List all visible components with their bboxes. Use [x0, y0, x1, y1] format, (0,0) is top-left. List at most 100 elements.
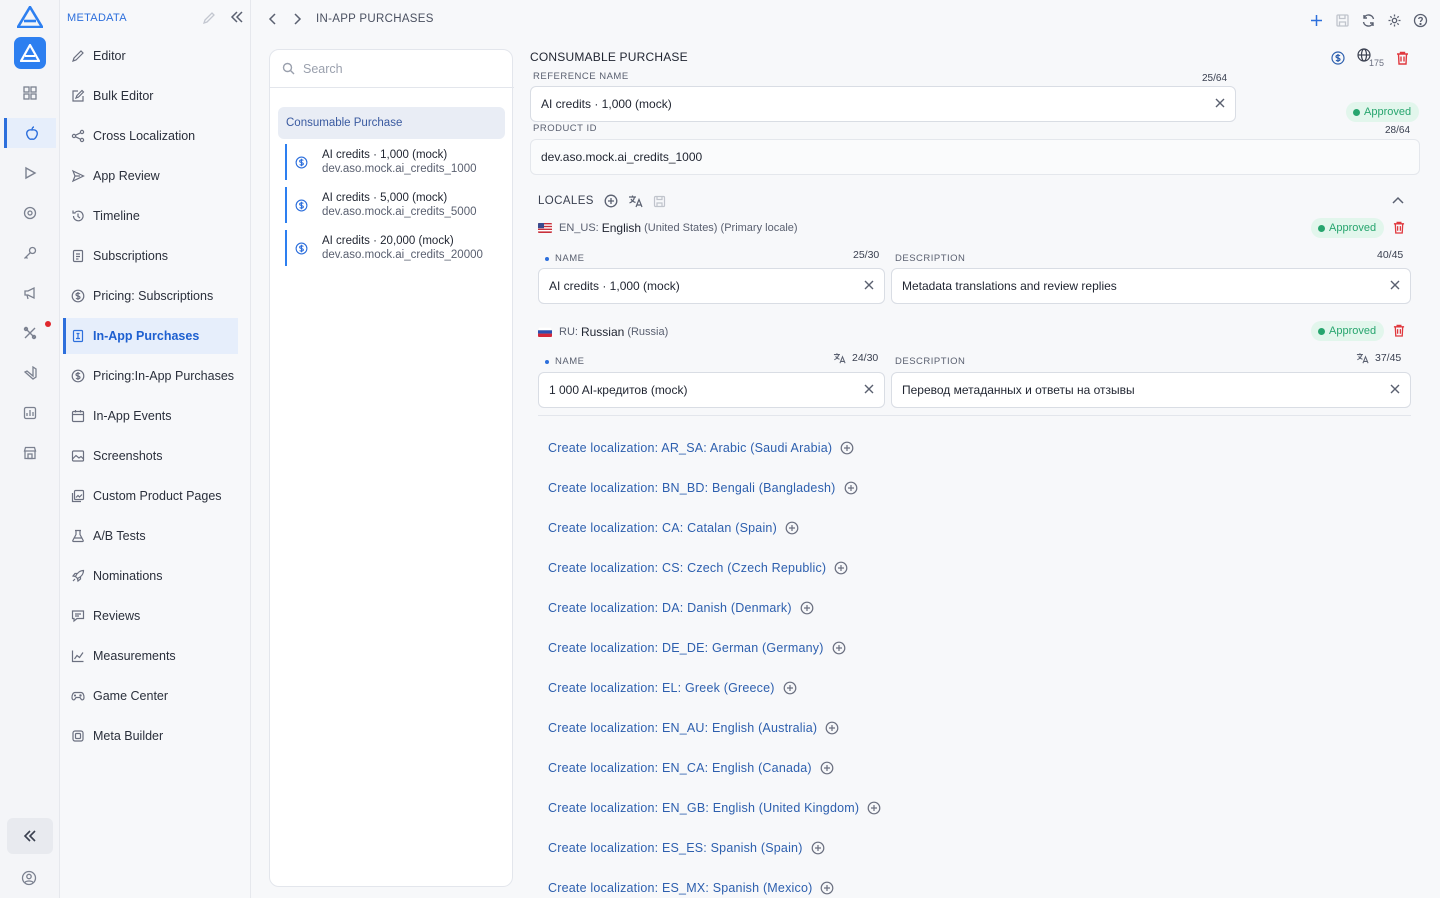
create-localization-label: Create localization: CA: Catalan (Spain) — [548, 521, 777, 535]
create-localization-link[interactable]: Create localization: CS: Czech (Czech Re… — [548, 559, 848, 577]
menu-item-screenshots[interactable]: Screenshots — [63, 438, 238, 474]
edit-menu-icon[interactable] — [202, 11, 216, 25]
create-localization-link[interactable]: Create localization: AR_SA: Arabic (Saud… — [548, 439, 854, 457]
back-icon[interactable] — [268, 13, 278, 25]
create-localization-link[interactable]: Create localization: EN_CA: English (Can… — [548, 759, 834, 777]
locales-globe[interactable]: 175 — [1357, 48, 1384, 68]
search-input[interactable] — [303, 61, 493, 76]
add-circle-icon — [825, 721, 839, 735]
product-item[interactable]: AI credits · 1,000 (mock) dev.aso.mock.ai… — [285, 144, 505, 180]
key-icon[interactable] — [12, 238, 48, 268]
menu-item-game-center[interactable]: Game Center — [63, 678, 238, 714]
dollar-icon — [71, 369, 85, 383]
menu-item-timeline[interactable]: Timeline — [63, 198, 238, 234]
product-id-value: dev.aso.mock.ai_credits_1000 — [541, 150, 703, 164]
megaphone-icon[interactable] — [12, 278, 48, 308]
product-text: AI credits · 20,000 (mock) dev.aso.mock.a… — [322, 235, 483, 261]
create-localization-link[interactable]: Create localization: BN_BD: Bengali (Ban… — [548, 479, 858, 497]
help-icon[interactable] — [1413, 13, 1428, 28]
clear-en-us-name-icon[interactable] — [863, 279, 875, 291]
menu-item-bulk-editor[interactable]: Bulk Editor — [63, 78, 238, 114]
translate-name-icon[interactable] — [833, 352, 846, 364]
pricing-icon[interactable] — [1331, 51, 1345, 65]
add-locale-icon[interactable] — [604, 194, 618, 208]
create-localization-link[interactable]: Create localization: DA: Danish (Denmark… — [548, 599, 814, 617]
create-localization-link[interactable]: Create localization: ES_MX: Spanish (Mex… — [548, 879, 834, 897]
app-store-icon[interactable] — [14, 37, 46, 69]
create-localization-link[interactable]: Create localization: CA: Catalan (Spain) — [548, 519, 799, 537]
status-dot — [1318, 327, 1325, 335]
menu-item-nominations[interactable]: Nominations — [63, 558, 238, 594]
store-icon[interactable] — [12, 438, 48, 468]
menu-item-in-app-purchases[interactable]: In-App Purchases — [63, 318, 238, 354]
vscode-icon[interactable] — [12, 358, 48, 388]
menu-item-custom-product-pages[interactable]: Custom Product Pages — [63, 478, 238, 514]
menu-item-in-app-events[interactable]: In-App Events — [63, 398, 238, 434]
create-localization-link[interactable]: Create localization: ES_ES: Spanish (Spa… — [548, 839, 825, 857]
save-locales-icon[interactable] — [653, 195, 666, 208]
create-localization-label: Create localization: DA: Danish (Denmark… — [548, 601, 792, 615]
delete-icon[interactable] — [1396, 51, 1409, 65]
target-icon[interactable] — [12, 198, 48, 228]
ru-description-field[interactable]: Перевод метаданных и ответы на отзывы — [891, 372, 1411, 408]
product-id-field[interactable]: dev.aso.mock.ai_credits_1000 — [530, 139, 1420, 175]
menu-item-meta-builder[interactable]: Meta Builder — [63, 718, 238, 754]
collapse-sidebar-button[interactable] — [7, 818, 53, 854]
brand-logo-icon[interactable] — [17, 6, 43, 28]
collapse-locales-icon[interactable] — [1391, 195, 1405, 205]
locale-en-us-row: EN_US: English (United States) (Primary … — [538, 221, 798, 235]
reference-name-field[interactable]: AI credits · 1,000 (mock) — [530, 86, 1236, 122]
collapse-menu-icon[interactable] — [230, 10, 244, 24]
play-icon[interactable] — [12, 158, 48, 188]
refresh-icon[interactable] — [1361, 13, 1376, 28]
ru-name-field[interactable]: 1 000 AI-кредитов (mock) — [538, 372, 885, 408]
clear-ru-description-icon[interactable] — [1389, 383, 1401, 395]
menu-item-cross-localization[interactable]: Cross Localization — [63, 118, 238, 154]
create-localization-link[interactable]: Create localization: EL: Greek (Greece) — [548, 679, 797, 697]
menu-item-a-b-tests[interactable]: A/B Tests — [63, 518, 238, 554]
en-us-name-field[interactable]: AI credits · 1,000 (mock) — [538, 268, 885, 304]
menu-item-subscriptions[interactable]: Subscriptions — [63, 238, 238, 274]
create-localization-link[interactable]: Create localization: DE_DE: German (Germ… — [548, 639, 846, 657]
menu-item-pricing-in-app-purchases[interactable]: Pricing:In-App Purchases — [63, 358, 238, 394]
en-us-description-field[interactable]: Metadata translations and review replies — [891, 268, 1411, 304]
clear-ru-name-icon[interactable] — [863, 383, 875, 395]
pencil-icon — [71, 49, 85, 63]
create-localization-link[interactable]: Create localization: EN_AU: English (Aus… — [548, 719, 839, 737]
delete-locale-ru-icon[interactable] — [1393, 324, 1405, 337]
menu-item-app-review[interactable]: App Review — [63, 158, 238, 194]
send-icon — [71, 169, 85, 183]
menu-item-reviews[interactable]: Reviews — [63, 598, 238, 634]
menu-item-measurements[interactable]: Measurements — [63, 638, 238, 674]
apps-grid-icon[interactable] — [12, 78, 48, 108]
clear-en-us-description-icon[interactable] — [1389, 279, 1401, 291]
forward-icon[interactable] — [292, 13, 302, 25]
tools-icon[interactable] — [12, 318, 48, 348]
add-icon[interactable] — [1309, 13, 1324, 28]
menu-item-pricing-subscriptions[interactable]: Pricing: Subscriptions — [63, 278, 238, 314]
menu-item-editor[interactable]: Editor — [63, 38, 238, 74]
save-icon[interactable] — [1335, 13, 1350, 28]
apple-icon[interactable] — [4, 118, 56, 148]
count-text: 37/45 — [1375, 352, 1402, 364]
add-circle-icon — [834, 561, 848, 575]
purchase-list-panel: Consumable Purchase AI credits · 1,000 (… — [269, 49, 514, 887]
product-item[interactable]: AI credits · 20,000 (mock) dev.aso.mock.a… — [285, 230, 505, 266]
top-actions — [1309, 13, 1428, 28]
menu-item-label: Bulk Editor — [93, 89, 154, 103]
translate-icon[interactable] — [628, 194, 643, 208]
label-text: NAME — [555, 356, 585, 367]
clear-reference-name-icon[interactable] — [1214, 97, 1226, 109]
create-localization-link[interactable]: Create localization: EN_GB: English (Uni… — [548, 799, 881, 817]
rocket-icon — [71, 569, 85, 583]
translate-description-icon[interactable] — [1356, 352, 1369, 364]
group-consumable-purchase[interactable]: Consumable Purchase — [278, 107, 505, 139]
product-item[interactable]: AI credits · 5,000 (mock) dev.aso.mock.ai… — [285, 187, 505, 223]
en-us-description-value: Metadata translations and review replies — [902, 279, 1117, 293]
analytics-icon[interactable] — [12, 398, 48, 428]
delete-locale-en-us-icon[interactable] — [1393, 221, 1405, 234]
user-account-icon[interactable] — [21, 870, 37, 886]
menu-item-label: In-App Purchases — [93, 329, 200, 343]
breadcrumb: IN-APP PURCHASES — [268, 13, 434, 25]
settings-icon[interactable] — [1387, 13, 1402, 28]
